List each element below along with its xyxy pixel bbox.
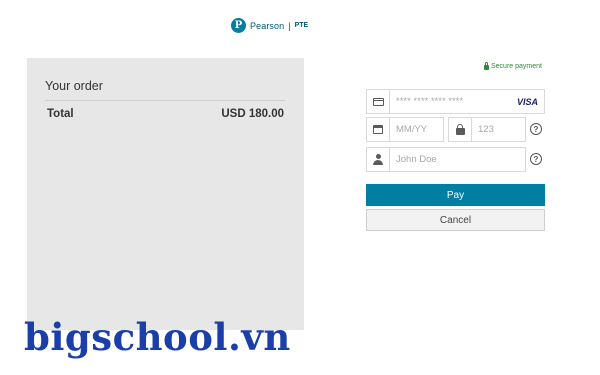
pay-button[interactable]: Pay	[366, 184, 545, 206]
secure-payment-badge: Secure payment	[484, 62, 542, 70]
pearson-logo: P Pearson | PTE	[231, 18, 308, 33]
order-title: Your order	[45, 79, 103, 93]
cvv-field[interactable]: 123	[448, 117, 526, 142]
cancel-button[interactable]: Cancel	[366, 209, 545, 231]
user-icon	[367, 154, 389, 165]
cardholder-name-field[interactable]: John Doe	[366, 147, 526, 172]
total-amount: USD 180.00	[221, 108, 284, 120]
card-number-placeholder: **** **** **** ****	[396, 96, 464, 107]
cvv-placeholder: 123	[478, 124, 494, 135]
secure-lock-icon	[484, 62, 489, 70]
credit-card-icon	[367, 97, 389, 106]
brand-name: Pearson	[250, 20, 285, 31]
calendar-icon	[367, 125, 389, 134]
name-help-icon[interactable]: ?	[530, 153, 542, 165]
cvv-help-icon[interactable]: ?	[530, 123, 542, 135]
card-number-field[interactable]: **** **** **** **** VISA	[366, 89, 545, 114]
watermark-text: bigschool.vn	[24, 315, 291, 359]
brand-product: PTE	[294, 22, 309, 29]
payment-page: P Pearson | PTE Your order Total USD 180…	[0, 0, 600, 375]
cardholder-name-placeholder: John Doe	[396, 154, 437, 165]
secure-payment-label: Secure payment	[491, 63, 542, 70]
order-divider	[45, 100, 285, 101]
pearson-logo-icon: P	[231, 18, 246, 33]
expiry-field[interactable]: MM/YY	[366, 117, 444, 142]
visa-icon: VISA	[516, 96, 538, 107]
total-label: Total	[47, 108, 74, 120]
order-summary-panel: Your order Total USD 180.00	[27, 58, 304, 330]
lock-icon	[449, 124, 471, 135]
expiry-placeholder: MM/YY	[396, 124, 428, 135]
brand-separator: |	[288, 20, 291, 31]
